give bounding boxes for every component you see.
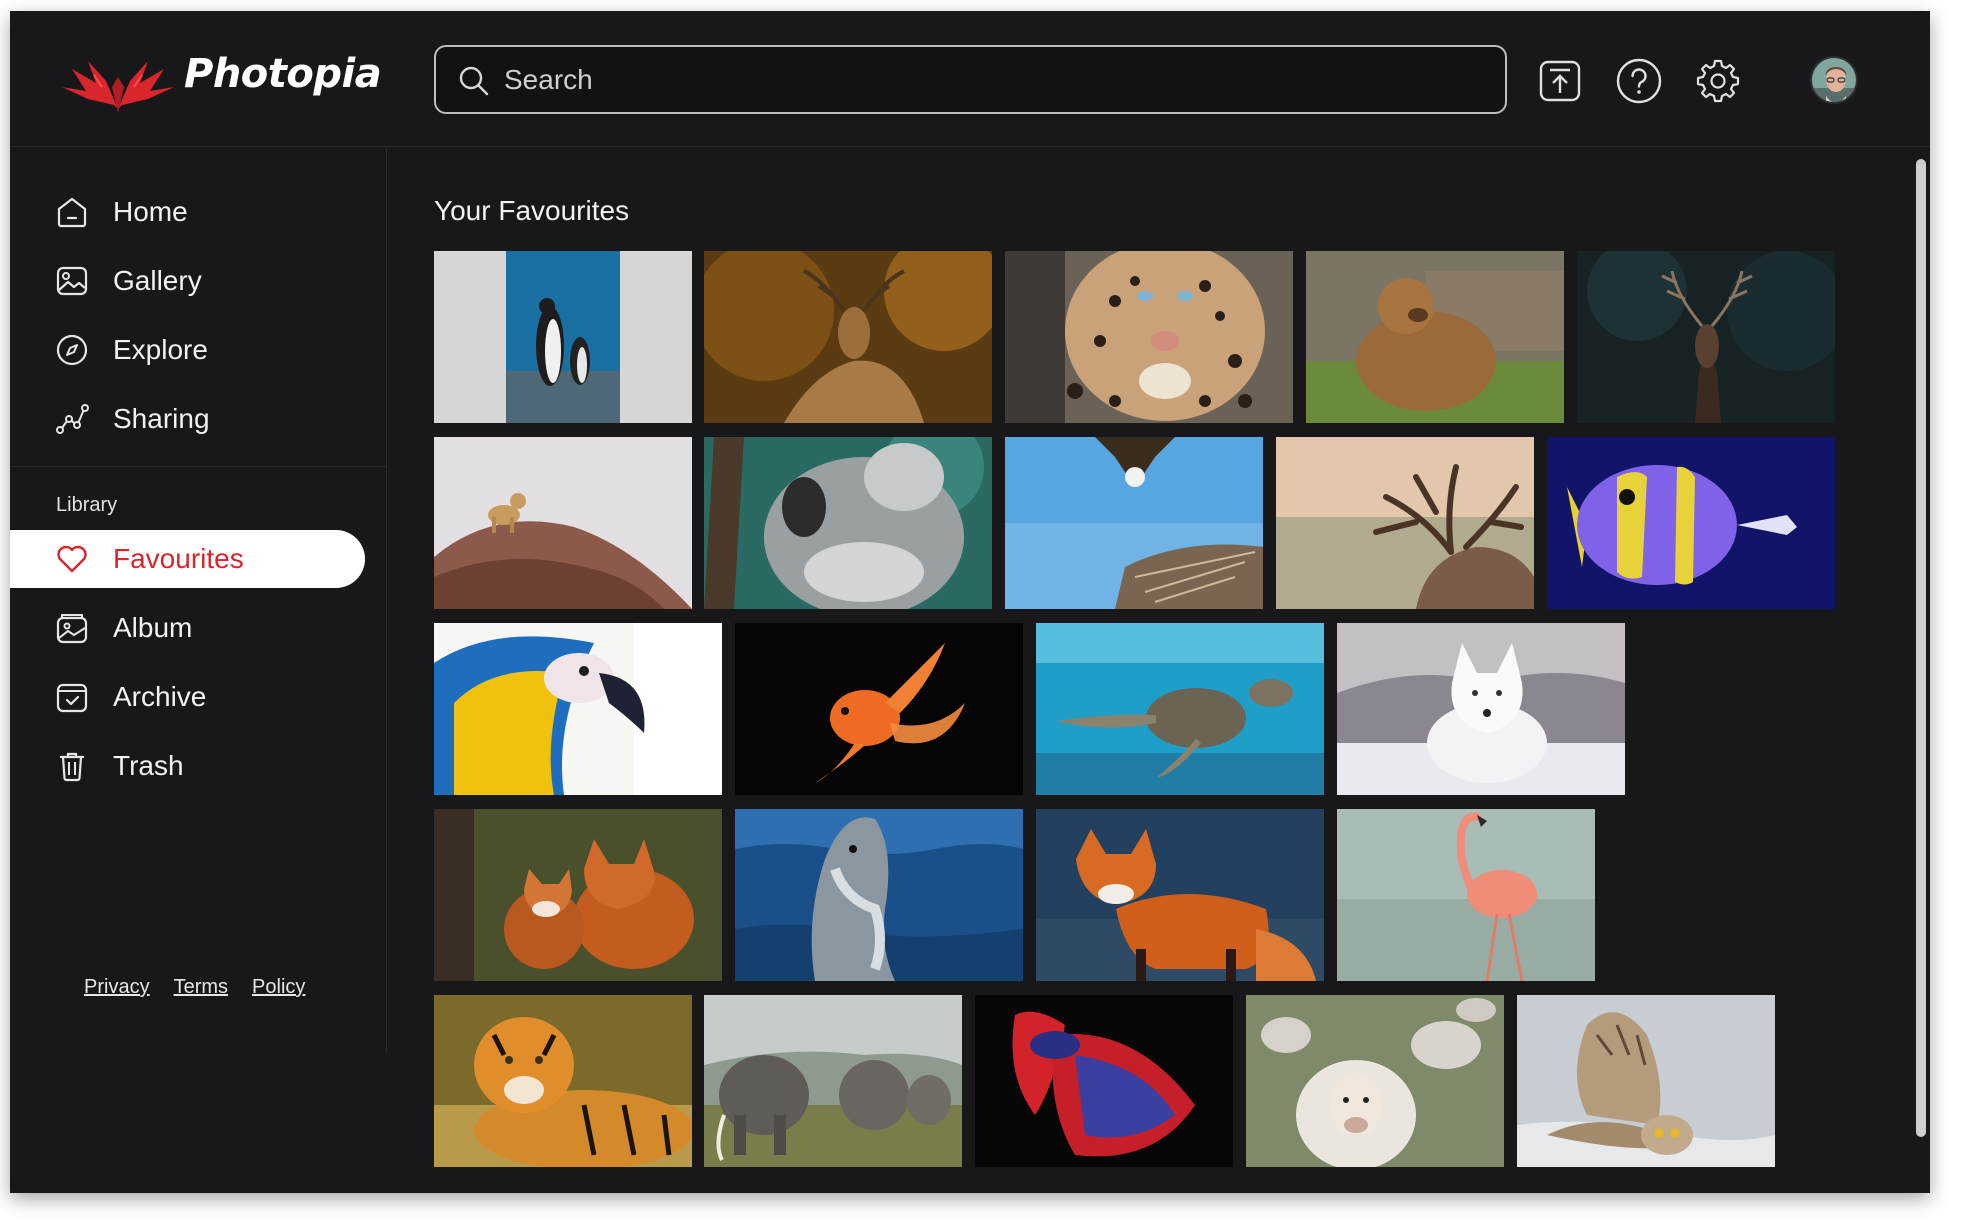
scrollbar[interactable] [1916,159,1926,1137]
photo-white-wolf[interactable] [1337,623,1625,795]
divider [10,466,387,467]
photo-leopard[interactable] [1005,251,1293,423]
share-graph-icon [56,404,89,434]
page-title: Your Favourites [434,195,630,226]
sidebar-item-label: Sharing [113,403,210,434]
heart-icon [57,545,87,573]
image-icon [56,266,88,296]
photo-betta-fish[interactable] [975,995,1233,1167]
photo-foxes[interactable] [434,809,722,981]
sidebar-item-gallery[interactable]: Gallery [10,252,365,310]
footer-links: Privacy Terms Policy [84,976,305,999]
sidebar-item-label: Home [113,196,188,227]
photo-owl[interactable] [1517,995,1775,1167]
sidebar-item-label: Trash [113,750,184,781]
privacy-link[interactable]: Privacy [84,976,150,999]
help-icon [1616,58,1662,104]
sidebar-item-archive[interactable]: Archive [10,668,365,726]
search-bar[interactable] [434,45,1507,114]
photo-cheetah-cub[interactable] [434,437,692,609]
sidebar-item-label: Archive [113,681,207,712]
sidebar-item-label: Favourites [113,543,244,574]
sidebar-item-explore[interactable]: Explore [10,321,365,379]
photo-macaw[interactable] [434,623,722,795]
photo-dolphin[interactable] [735,809,1023,981]
sidebar-item-album[interactable]: Album [10,599,365,657]
photo-red-fox[interactable] [1036,809,1324,981]
home-icon [57,197,87,228]
search-input[interactable] [504,57,1484,103]
photo-sheep[interactable] [1246,995,1504,1167]
trash-icon [59,752,85,782]
sidebar-item-trash[interactable]: Trash [10,737,365,795]
photo-butterflyfish[interactable] [1547,437,1835,609]
photo-penguin[interactable] [434,251,692,423]
album-icon [56,614,88,644]
photo-sea-turtle[interactable] [1036,623,1324,795]
sidebar-item-favourites[interactable]: Favourites [10,530,365,588]
photo-elephants[interactable] [704,995,962,1167]
photo-deer[interactable] [704,251,992,423]
settings-button[interactable] [1690,53,1746,109]
terms-link[interactable]: Terms [174,976,228,999]
logo-icon[interactable] [58,47,178,119]
top-bar: Photopia [10,11,1930,147]
brand-name: Photopia [184,51,382,97]
policy-link[interactable]: Policy [252,976,305,999]
compass-icon [56,334,88,366]
photo-stag[interactable] [1577,251,1835,423]
avatar[interactable] [1810,56,1858,104]
photo-koala[interactable] [704,437,992,609]
app-window: Photopia Search Home Gallery Explore Sha… [10,11,1930,1193]
photo-elk[interactable] [1276,437,1534,609]
sidebar-item-label: Gallery [113,265,202,296]
upload-button[interactable] [1532,53,1588,109]
sidebar: Home Gallery Explore Sharing Library Fav… [10,148,387,1053]
photo-tiger[interactable] [434,995,692,1167]
photo-goldfish[interactable] [735,623,1023,795]
photo-flamingo[interactable] [1337,809,1595,981]
sidebar-item-home[interactable]: Home [10,183,365,241]
gear-icon [1696,59,1740,103]
sidebar-item-label: Album [113,612,193,643]
sidebar-item-sharing[interactable]: Sharing [10,390,365,448]
search-icon [459,66,489,96]
archive-icon [56,683,88,713]
photo-eagle[interactable] [1005,437,1263,609]
library-heading: Library [56,494,118,516]
upload-icon [1539,60,1581,102]
photo-bear[interactable] [1306,251,1564,423]
help-button[interactable] [1611,53,1667,109]
sidebar-item-label: Explore [113,334,208,365]
